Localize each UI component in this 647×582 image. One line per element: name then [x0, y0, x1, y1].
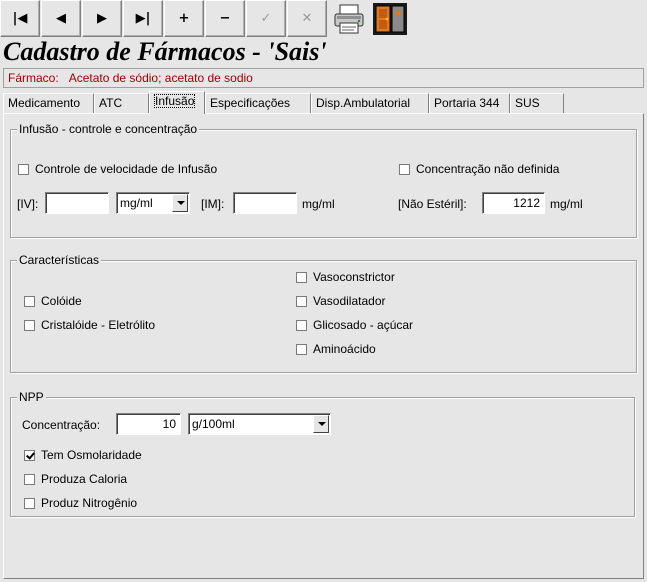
minus-icon: −: [219, 11, 231, 26]
caracteristicas-group: Características Colóide Cristalóide - El…: [10, 253, 637, 373]
checkbox-box: [296, 271, 307, 283]
checkbox-box: [24, 295, 35, 307]
concentracao-nao-definida-checkbox[interactable]: Concentração não definida: [399, 162, 559, 176]
cancel-button[interactable]: ✕: [287, 0, 327, 37]
infusao-group: Infusão - controle e concentração Contro…: [10, 122, 637, 238]
concentracao-unit-value: g/100ml: [192, 417, 235, 431]
tab-disp-ambulatorial[interactable]: Disp.Ambulatorial: [311, 93, 429, 114]
infusao-legend: Infusão - controle e concentração: [17, 122, 200, 136]
caracteristicas-legend: Características: [17, 253, 102, 267]
tab-especificacoes[interactable]: Especificações: [205, 93, 311, 114]
checkbox-box: [296, 295, 307, 307]
last-record-button[interactable]: ▶|: [123, 0, 163, 37]
last-record-icon: ▶|: [135, 11, 151, 26]
checkbox-box: [399, 163, 410, 175]
plus-icon: +: [178, 11, 190, 26]
tab-infusao[interactable]: Infusão: [149, 91, 205, 114]
checkbox-label: Tem Osmolaridade: [41, 448, 142, 462]
checkmark-icon: ✓: [260, 11, 272, 26]
npp-legend: NPP: [17, 390, 46, 404]
coloide-checkbox[interactable]: Colóide: [24, 294, 82, 308]
checkbox-box: [296, 319, 307, 331]
tab-medicamento[interactable]: Medicamento: [3, 93, 94, 114]
im-unit: mg/ml: [302, 197, 335, 211]
checkbox-label: Vasoconstrictor: [313, 270, 395, 284]
checkbox-box: [18, 163, 29, 175]
farmaco-bar: Fármaco: Acetato de sódio; acetato de so…: [3, 68, 644, 88]
aminoacido-checkbox[interactable]: Aminoácido: [296, 342, 376, 356]
add-record-button[interactable]: +: [164, 0, 204, 37]
npp-group: NPP Concentração: 10 g/100ml Tem Osmolar…: [10, 390, 635, 517]
nao-esteril-input[interactable]: 1212: [482, 192, 545, 214]
nao-esteril-unit: mg/ml: [550, 197, 583, 211]
glicosado-checkbox[interactable]: Glicosado - açúcar: [296, 318, 413, 332]
concentracao-unit-select[interactable]: g/100ml: [188, 413, 331, 435]
im-input[interactable]: [233, 192, 297, 214]
confirm-button[interactable]: ✓: [246, 0, 286, 37]
produz-nitrogenio-checkbox[interactable]: Produz Nitrogênio: [24, 496, 137, 510]
tab-atc[interactable]: ATC: [94, 93, 149, 114]
checkbox-box: [296, 343, 307, 355]
checkbox-label: Produza Caloria: [41, 472, 128, 486]
next-record-button[interactable]: ▶: [82, 0, 122, 37]
tab-label: Medicamento: [8, 96, 81, 110]
tab-portaria-344[interactable]: Portaria 344: [429, 93, 510, 114]
tab-label: SUS: [515, 96, 540, 110]
nao-esteril-label: [Não Estéril]:: [398, 197, 467, 211]
checkbox-label: Concentração não definida: [416, 162, 560, 176]
tab-sus[interactable]: SUS: [510, 93, 564, 114]
iv-input[interactable]: [45, 192, 109, 214]
iv-unit-value: mg/ml: [120, 196, 153, 210]
printer-icon: [334, 4, 364, 33]
tem-osmolaridade-checkbox[interactable]: Tem Osmolaridade: [24, 448, 142, 462]
previous-record-button[interactable]: ◀: [41, 0, 81, 37]
checkbox-box: [24, 497, 35, 509]
tab-label: Disp.Ambulatorial: [316, 96, 411, 110]
farmaco-value: Acetato de sódio; acetato de sodio: [68, 71, 253, 85]
first-record-icon: |◀: [12, 11, 28, 26]
concentracao-label: Concentração:: [22, 418, 101, 432]
next-record-icon: ▶: [97, 11, 107, 26]
im-label: [IM]:: [201, 197, 225, 211]
cross-icon: ✕: [301, 11, 313, 26]
chevron-down-icon[interactable]: [172, 194, 188, 212]
checkbox-label: Aminoácido: [313, 342, 376, 356]
checkbox-label: Controle de velocidade de Infusão: [35, 162, 218, 176]
checkbox-box: [24, 319, 35, 331]
previous-record-icon: ◀: [56, 11, 66, 26]
vasoconstrictor-checkbox[interactable]: Vasoconstrictor: [296, 270, 395, 284]
checkbox-box: [24, 449, 35, 461]
checkbox-label: Vasodilatador: [313, 294, 386, 308]
tab-label: Infusão: [154, 94, 196, 108]
checkbox-label: Cristalóide - Eletrólito: [41, 318, 156, 332]
first-record-button[interactable]: |◀: [0, 0, 40, 37]
exit-door-icon: [373, 2, 407, 35]
print-button[interactable]: [329, 0, 369, 37]
controle-velocidade-checkbox[interactable]: Controle de velocidade de Infusão: [18, 162, 217, 176]
checkbox-label: Produz Nitrogênio: [41, 496, 138, 510]
delete-record-button[interactable]: −: [205, 0, 245, 37]
iv-label: [IV]:: [17, 197, 39, 211]
checkbox-label: Glicosado - açúcar: [313, 318, 414, 332]
page-title: Cadastro de Fármacos - 'Sais': [3, 37, 327, 66]
tab-label: Portaria 344: [434, 96, 500, 110]
concentracao-input[interactable]: 10: [116, 413, 181, 435]
farmaco-label: Fármaco:: [8, 71, 59, 85]
exit-button[interactable]: [370, 0, 410, 37]
produza-caloria-checkbox[interactable]: Produza Caloria: [24, 472, 127, 486]
tab-label: ATC: [99, 96, 123, 110]
iv-unit-select[interactable]: mg/ml: [116, 192, 190, 214]
tab-label: Especificações: [210, 96, 291, 110]
cristaloide-checkbox[interactable]: Cristalóide - Eletrólito: [24, 318, 155, 332]
checkbox-label: Colóide: [41, 294, 82, 308]
checkbox-box: [24, 473, 35, 485]
vasodilatador-checkbox[interactable]: Vasodilatador: [296, 294, 386, 308]
chevron-down-icon[interactable]: [313, 415, 329, 433]
